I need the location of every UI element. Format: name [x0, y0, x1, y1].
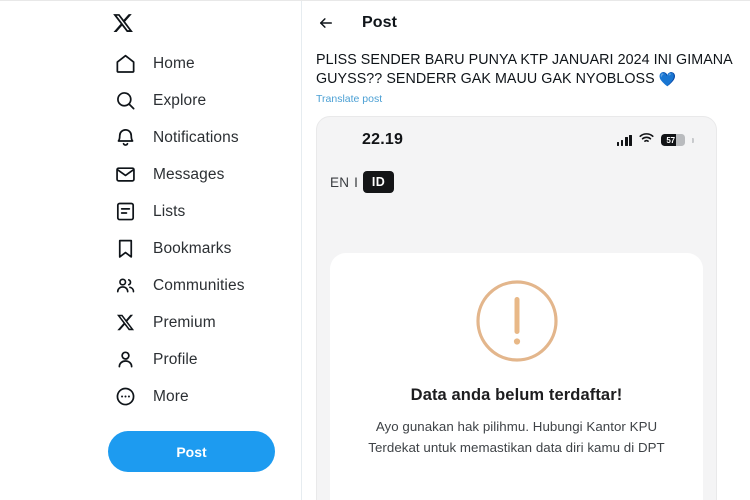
list-icon [112, 199, 138, 225]
post-body: PLISS SENDER BARU PUNYA KTP JANUARI 2024… [302, 45, 750, 107]
result-title: Data anda belum terdaftar! [410, 386, 623, 404]
post-button[interactable]: Post [108, 431, 275, 472]
sidebar-item-profile[interactable]: Profile [108, 341, 302, 378]
sidebar-item-lists[interactable]: Lists [108, 193, 302, 230]
sidebar-item-explore[interactable]: Explore [108, 82, 302, 119]
phone-status-bar: 22.19 57 [317, 117, 716, 149]
sidebar-item-label: Messages [153, 165, 225, 183]
wifi-icon [639, 131, 654, 149]
back-arrow-icon[interactable] [314, 11, 338, 35]
embedded-screenshot-image[interactable]: 22.19 57 EN I ID Data anda belum terdaft… [316, 116, 717, 500]
x-logo-icon[interactable] [108, 1, 302, 45]
main-column: Post PLISS SENDER BARU PUNYA KTP JANUARI… [302, 1, 750, 500]
sidebar-item-label: Bookmarks [153, 239, 232, 257]
status-time: 22.19 [362, 131, 404, 148]
post-text: PLISS SENDER BARU PUNYA KTP JANUARI 2024… [316, 51, 734, 89]
battery-level: 57 [666, 135, 675, 145]
result-description: Ayo gunakan hak pilihmu. Hubungi Kantor … [368, 419, 665, 455]
cellular-signal-icon [616, 134, 632, 146]
bell-icon [112, 125, 138, 151]
search-icon [112, 88, 138, 114]
x-premium-icon [112, 310, 138, 336]
sidebar-item-label: Premium [153, 313, 216, 331]
language-option-en[interactable]: EN [330, 175, 349, 190]
person-icon [112, 347, 138, 373]
battery-icon: 57 [660, 133, 685, 147]
sidebar-item-label: More [153, 387, 189, 405]
envelope-icon [112, 162, 138, 188]
sidebar-item-messages[interactable]: Messages [108, 156, 302, 193]
battery-tip-icon [692, 137, 694, 143]
translate-post-link[interactable]: Translate post [316, 93, 382, 105]
exclamation-circle-icon [471, 275, 563, 367]
page-title: Post [362, 14, 398, 31]
home-icon [112, 51, 138, 77]
post-header: Post [302, 1, 750, 45]
sidebar-item-label: Profile [153, 350, 198, 368]
language-toggle: EN I ID [317, 149, 716, 193]
sidebar-item-communities[interactable]: Communities [108, 267, 302, 304]
sidebar-item-label: Communities [153, 276, 245, 294]
sidebar-item-premium[interactable]: Premium [108, 304, 302, 341]
result-card: Data anda belum terdaftar! Ayo gunakan h… [330, 253, 703, 500]
x-post-page: Home Explore Notifications Messages List… [0, 0, 750, 500]
language-separator: I [354, 174, 358, 190]
sidebar-item-notifications[interactable]: Notifications [108, 119, 302, 156]
blue-heart-emoji: 💙 [658, 71, 677, 87]
language-option-id[interactable]: ID [362, 171, 395, 193]
sidebar-item-home[interactable]: Home [108, 45, 302, 82]
sidebar-item-label: Lists [153, 202, 186, 220]
bookmark-icon [112, 236, 138, 262]
sidebar-item-more[interactable]: More [108, 378, 302, 415]
sidebar-item-label: Home [153, 54, 195, 72]
status-icons: 57 [616, 131, 694, 149]
more-circle-icon [112, 384, 138, 410]
sidebar-item-label: Explore [153, 91, 207, 109]
sidebar: Home Explore Notifications Messages List… [0, 1, 302, 500]
communities-icon [112, 273, 138, 299]
sidebar-item-label: Notifications [153, 128, 239, 146]
sidebar-item-bookmarks[interactable]: Bookmarks [108, 230, 302, 267]
